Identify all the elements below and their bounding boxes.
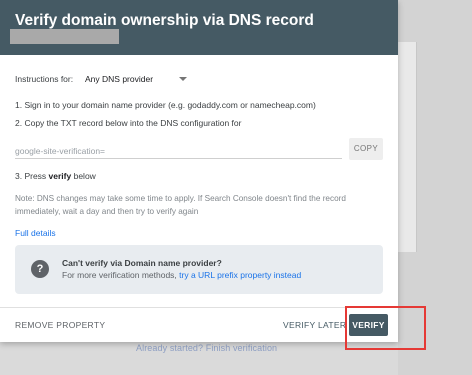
txt-record-value: google-site-verification= bbox=[15, 146, 106, 156]
info-prefix: For more verification methods, bbox=[62, 270, 180, 280]
remove-property-button[interactable]: REMOVE PROPERTY bbox=[15, 320, 105, 330]
step-2: 2. Copy the TXT record below into the DN… bbox=[15, 118, 242, 128]
info-title: Can't verify via Domain name provider? bbox=[62, 258, 222, 268]
alternative-info-box: ? Can't verify via Domain name provider?… bbox=[15, 245, 383, 294]
footer-divider bbox=[0, 307, 398, 308]
dialog-header: Verify domain ownership via DNS record bbox=[0, 0, 398, 55]
redacted-domain bbox=[10, 29, 119, 44]
url-prefix-link[interactable]: try a URL prefix property instead bbox=[179, 270, 301, 280]
step-3-prefix: 3. Press bbox=[15, 171, 49, 181]
copy-button[interactable]: COPY bbox=[349, 138, 383, 160]
provider-select[interactable]: Any DNS provider bbox=[85, 74, 153, 84]
background-link: Already started? Finish verification bbox=[136, 343, 278, 353]
txt-record-field[interactable]: google-site-verification= bbox=[15, 142, 342, 159]
highlight-annotation bbox=[345, 306, 426, 350]
full-details-link[interactable]: Full details bbox=[15, 228, 56, 238]
verify-dialog: Verify domain ownership via DNS record I… bbox=[0, 0, 398, 342]
background-card bbox=[398, 42, 417, 252]
dialog-title: Verify domain ownership via DNS record bbox=[15, 12, 314, 29]
dns-note: Note: DNS changes may take some time to … bbox=[15, 194, 346, 216]
instructions-label: Instructions for: bbox=[15, 74, 74, 84]
info-subtitle: For more verification methods, try a URL… bbox=[62, 270, 301, 280]
step-3: 3. Press verify below bbox=[15, 171, 96, 181]
verify-later-button[interactable]: VERIFY LATER bbox=[283, 320, 346, 330]
chevron-down-icon[interactable] bbox=[179, 77, 187, 81]
help-icon: ? bbox=[31, 260, 49, 278]
step-3-suffix: below bbox=[71, 171, 96, 181]
step-3-bold: verify bbox=[48, 171, 72, 181]
step-1: 1. Sign in to your domain name provider … bbox=[15, 100, 316, 110]
